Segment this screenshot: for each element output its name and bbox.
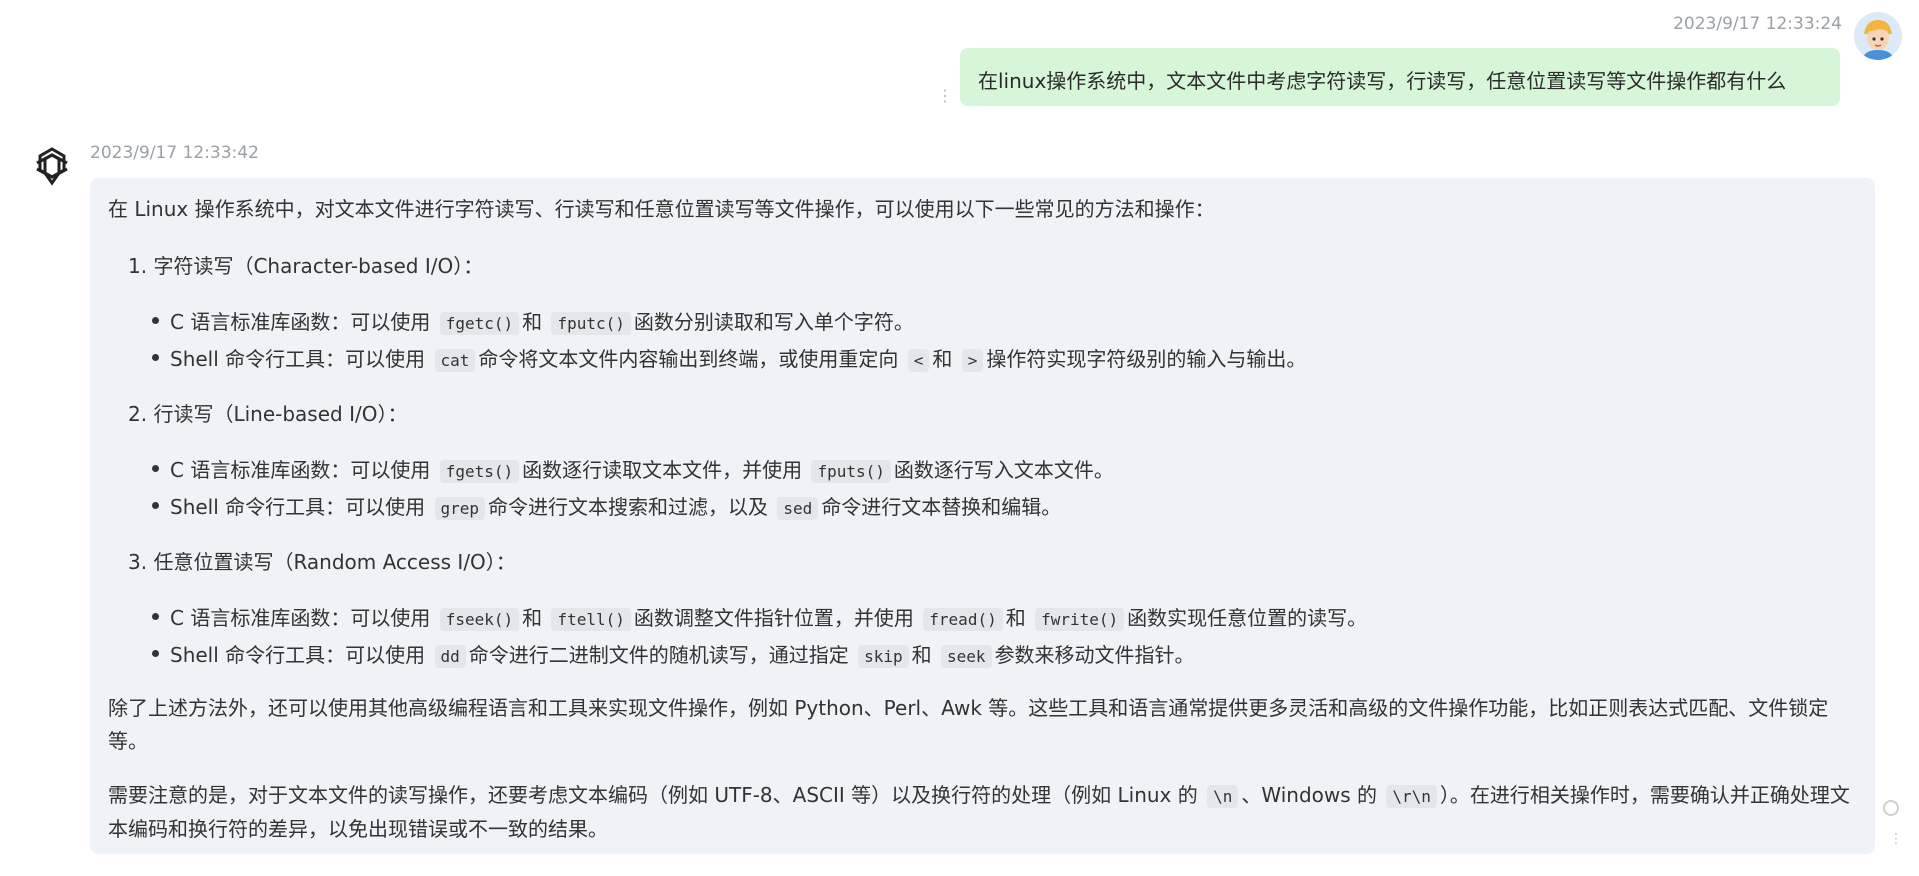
intro-text: 在 Linux 操作系统中，对文本文件进行字符读写、行读写和任意位置读写等文件操… bbox=[108, 197, 1215, 221]
code-fputc: fputc() bbox=[551, 312, 631, 335]
user-avatar[interactable] bbox=[1854, 12, 1902, 60]
list-item: C 语言标准库函数：可以使用 fgetc() 和 fputc() 函数分别读取和写入… bbox=[152, 306, 914, 335]
code-lt: < bbox=[907, 349, 930, 372]
more-options-icon[interactable]: ⋮ bbox=[937, 88, 953, 104]
list-item: C 语言标准库函数：可以使用 fgets() 函数逐行读取文本文件，并使用 fpu… bbox=[152, 454, 1114, 483]
code-fread: fread() bbox=[923, 608, 1003, 631]
code-fseek: fseek() bbox=[439, 608, 520, 631]
code-fputs: fputs() bbox=[811, 460, 891, 483]
assistant-message-bubble[interactable]: 在 Linux 操作系统中，对文本文件进行字符读写、行读写和任意位置读写等文件操… bbox=[90, 178, 1875, 854]
list-item: Shell 命令行工具：可以使用 dd 命令进行二进制文件的随机读写，通过指定 s… bbox=[152, 639, 1195, 668]
section-heading-line-io: 2. 行读写（Line-based I/O）： bbox=[128, 402, 408, 426]
user-message-timestamp: 2023/9/17 12:33:24 bbox=[1673, 14, 1842, 34]
openai-logo-icon bbox=[29, 143, 75, 189]
code-grep: grep bbox=[434, 497, 486, 520]
list-item: C 语言标准库函数：可以使用 fseek() 和 ftell() 函数调整文件指针位… bbox=[151, 602, 1367, 631]
code-ftell: ftell() bbox=[551, 608, 631, 631]
user-message-text: 在linux操作系统中，文本文件中考虑字符读写，行读写，任意位置读写等文件操作都… bbox=[978, 69, 1787, 93]
paragraph-encoding-note: 需要注意的是，对于文本文件的读写操作，还要考虑文本编码（例如 UTF-8、ASC… bbox=[108, 783, 1850, 841]
code-sed: sed bbox=[777, 497, 819, 520]
code-dd: dd bbox=[434, 645, 466, 668]
more-options-icon[interactable]: ⋮ bbox=[1889, 832, 1903, 846]
code-fgetc: fgetc() bbox=[439, 312, 520, 335]
assistant-message-timestamp: 2023/9/17 12:33:42 bbox=[90, 143, 259, 163]
section-heading-random-access-io: 3. 任意位置读写（Random Access I/O）： bbox=[128, 550, 516, 574]
code-skip: skip bbox=[858, 645, 909, 668]
code-gt: > bbox=[961, 349, 984, 372]
list-item: Shell 命令行工具：可以使用 grep 命令进行文本搜索和过滤，以及 sed 命… bbox=[151, 491, 1061, 520]
paragraph-other-languages: 除了上述方法外，还可以使用其他高级编程语言和工具来实现文件操作，例如 Pytho… bbox=[108, 696, 1829, 753]
user-message-bubble[interactable]: 在linux操作系统中，文本文件中考虑字符读写，行读写，任意位置读写等文件操作都… bbox=[960, 48, 1840, 106]
regenerate-icon[interactable] bbox=[1883, 800, 1899, 816]
code-lf: \n bbox=[1207, 785, 1239, 808]
section-heading-character-io: 1. 字符读写（Character-based I/O）： bbox=[128, 254, 484, 278]
cartoon-user-avatar-icon bbox=[1854, 12, 1902, 60]
code-seek: seek bbox=[941, 645, 992, 668]
code-fwrite: fwrite() bbox=[1035, 608, 1125, 631]
code-fgets: fgets() bbox=[439, 460, 520, 483]
code-crlf: \r\n bbox=[1386, 785, 1437, 808]
list-item: Shell 命令行工具：可以使用 cat 命令将文本文件内容输出到终端，或使用重定… bbox=[151, 343, 1306, 372]
code-cat: cat bbox=[434, 349, 476, 372]
